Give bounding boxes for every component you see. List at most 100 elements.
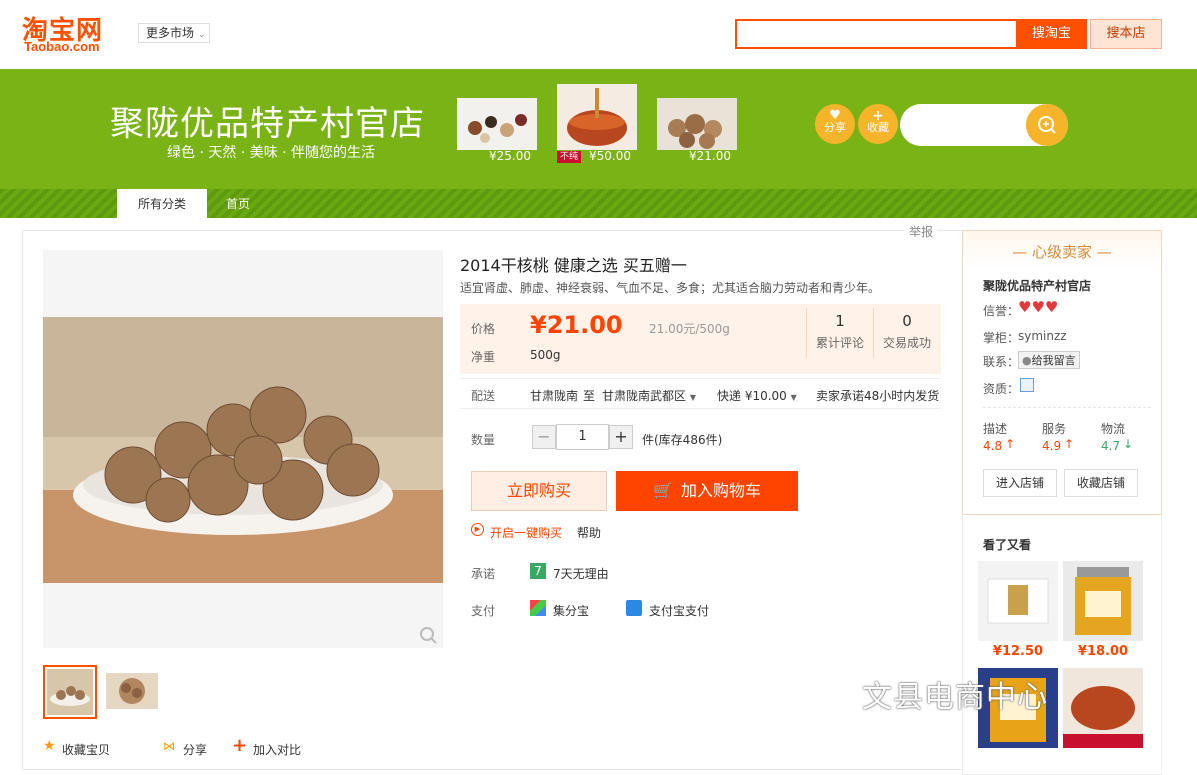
seven-day-text[interactable]: 7天无理由 <box>553 565 609 582</box>
add-cart-label: 加入购物车 <box>680 481 761 500</box>
qty-input[interactable]: 1 <box>556 424 609 450</box>
product-title: 2014干核桃 健康之选 买五赠一 <box>460 256 687 275</box>
also-item-4-image[interactable] <box>1063 668 1143 748</box>
one-click-link[interactable]: 开启一键购买 <box>490 524 562 541</box>
add-to-cart-button[interactable]: 🛒 加入购物车 <box>616 471 798 511</box>
promise-label: 承诺 <box>471 567 496 581</box>
tab-all-categories[interactable]: 所有分类 <box>117 189 207 218</box>
ship-promise: 卖家承诺48小时内发货 <box>816 389 940 403</box>
banner-product-1[interactable] <box>457 98 537 150</box>
more-market-dropdown[interactable]: 更多市场 ⌄ <box>138 23 210 43</box>
pay-label: 支付 <box>471 604 496 618</box>
plus-icon: + <box>232 735 248 756</box>
favorite-button[interactable]: + 收藏 <box>858 104 898 144</box>
contact-label: 联系： <box>983 355 1020 369</box>
price-label: 价格 <box>471 322 496 336</box>
jifenbao-text[interactable]: 集分宝 <box>553 602 589 619</box>
packaged-food-image <box>987 578 1049 624</box>
sales-label: 交易成功 <box>882 336 931 350</box>
more-market-label: 更多市场 <box>146 26 195 40</box>
alipay-text[interactable]: 支付宝支付 <box>649 602 709 619</box>
nut-mix-image <box>457 98 537 150</box>
express-value: 快递 ¥10.00 <box>717 389 787 403</box>
taobao-logo[interactable]: 淘宝网 Taobao.com <box>22 10 122 54</box>
star-icon: ★ <box>43 738 56 754</box>
share-icon: ⋈ <box>163 739 175 753</box>
heart-icon: ♥♥♥ <box>1018 298 1059 316</box>
banner-product-3[interactable] <box>657 98 737 150</box>
seven-day-icon: 7 <box>530 563 546 579</box>
also-viewed-title: 看了又看 <box>983 538 1032 552</box>
watermark-text: 文县电商中心 <box>862 680 1048 715</box>
divider <box>460 378 941 379</box>
qty-minus-button[interactable]: − <box>532 425 556 449</box>
share-label: 分享 <box>824 121 846 134</box>
honey-bowl-image <box>1063 686 1143 748</box>
owner-name: syminzz <box>1018 329 1067 343</box>
arrow-up-icon: ↑ <box>1005 437 1016 451</box>
collect-link[interactable]: 收藏宝贝 <box>62 741 110 758</box>
sales-count: 0 <box>902 312 912 330</box>
search-input[interactable] <box>735 19 1018 49</box>
desc-value: 4.8 <box>983 439 1003 453</box>
owner-label: 掌柜： <box>983 331 1020 345</box>
share-button[interactable]: ♥ 分享 <box>815 104 855 144</box>
stat-divider <box>873 308 874 358</box>
honey-image <box>557 84 637 150</box>
also-item-1-image[interactable] <box>978 561 1058 641</box>
reviews-count[interactable]: 1 <box>810 312 870 330</box>
also-item-2-image[interactable] <box>1063 561 1143 641</box>
divider <box>460 408 941 409</box>
qualification-label: 资质： <box>983 382 1020 396</box>
logo-text-en: Taobao.com <box>24 39 100 54</box>
thumbnail-1[interactable] <box>43 665 97 719</box>
product-main-image[interactable] <box>43 250 443 648</box>
thumbnail-walnut-close-image <box>106 673 158 709</box>
service-label: 服务 <box>1042 422 1067 436</box>
price-value: ¥21.00 <box>530 311 623 339</box>
search-taobao-button[interactable]: 搜淘宝 <box>1016 19 1087 49</box>
ship-to-dropdown[interactable]: 甘肃陇南武都区 ▼ <box>602 387 696 404</box>
shop-slogan: 绿色 · 天然 · 美味 · 伴随您的生活 <box>167 145 376 161</box>
shop-name[interactable]: 聚陇优品特产村官店 <box>110 96 425 145</box>
share-link[interactable]: 分享 <box>183 741 207 758</box>
jar-product-image <box>1075 567 1131 635</box>
qty-plus-button[interactable]: + <box>609 425 633 449</box>
unit-price: 21.00元/500g <box>649 322 730 336</box>
banner-product-2[interactable] <box>557 84 637 150</box>
buy-now-button[interactable]: 立即购买 <box>471 471 607 511</box>
shipping-label: 配送 <box>471 389 496 403</box>
express-dropdown[interactable]: 快递 ¥10.00 ▼ <box>717 387 797 404</box>
logistics-label: 物流 <box>1101 422 1126 436</box>
banner-product-1-price: ¥25.00 <box>489 149 531 163</box>
report-link[interactable]: 举报 <box>905 223 938 240</box>
thumbnail-walnut-image <box>47 669 93 715</box>
walnut-jar-image <box>657 98 737 150</box>
message-button[interactable]: ●给我留言 <box>1018 351 1080 369</box>
help-link[interactable]: 帮助 <box>577 524 601 541</box>
service-value: 4.9 <box>1042 439 1062 453</box>
caret-down-icon: ▼ <box>689 393 696 402</box>
credit-label: 信誉： <box>983 304 1020 318</box>
qualification-icon[interactable] <box>1020 378 1034 392</box>
desc-label: 描述 <box>983 422 1008 436</box>
weight-value: 500g <box>530 348 561 362</box>
banner-search-button[interactable] <box>1026 104 1068 146</box>
weight-label: 净重 <box>471 350 496 364</box>
message-label: 给我留言 <box>1031 354 1076 367</box>
ship-from: 甘肃陇南 <box>530 389 579 403</box>
seller-shop-name[interactable]: 聚陇优品特产村官店 <box>983 277 1091 294</box>
also-item-2-price: ¥18.00 <box>1077 644 1129 659</box>
tab-home[interactable]: 首页 <box>207 189 269 218</box>
favorite-shop-button[interactable]: 收藏店铺 <box>1064 469 1138 497</box>
enter-shop-button[interactable]: 进入店铺 <box>983 469 1057 497</box>
walnut-bowl-photo <box>43 317 443 648</box>
compare-link[interactable]: 加入对比 <box>253 741 301 758</box>
thumbnail-2[interactable] <box>106 673 158 709</box>
logistics-value: 4.7 <box>1101 439 1121 453</box>
reviews-label[interactable]: 累计评论 <box>810 334 870 351</box>
jifenbao-icon <box>530 600 546 616</box>
qty-label: 数量 <box>471 433 496 447</box>
search-shop-button[interactable]: 搜本店 <box>1090 19 1162 49</box>
favorite-label: 收藏 <box>867 121 889 134</box>
